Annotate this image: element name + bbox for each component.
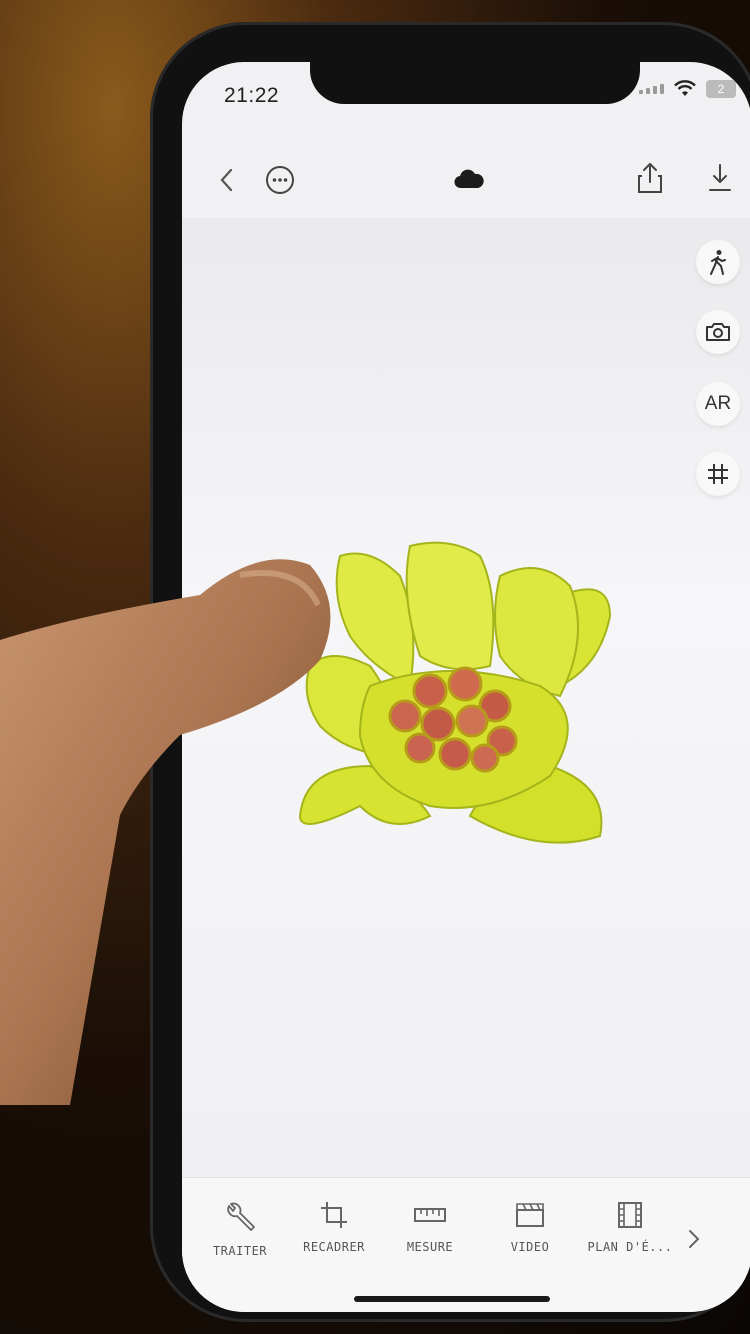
tool-video[interactable]: VIDEO: [480, 1200, 580, 1254]
walk-icon[interactable]: [696, 240, 740, 284]
camera-icon[interactable]: [696, 310, 740, 354]
grid-icon[interactable]: [696, 452, 740, 496]
cellular-signal-icon: [639, 84, 664, 94]
tool-label: VIDEO: [510, 1240, 550, 1254]
tool-plan[interactable]: PLAN D'É...: [580, 1200, 680, 1254]
ruler-icon: [414, 1208, 446, 1222]
tool-recadrer[interactable]: RECADRER: [284, 1200, 384, 1254]
share-icon[interactable]: [632, 158, 668, 198]
ar-button[interactable]: AR: [696, 382, 740, 426]
cloud-icon[interactable]: [452, 166, 486, 192]
wifi-icon: [674, 80, 696, 96]
screen-notch: [310, 62, 640, 104]
download-icon[interactable]: [702, 158, 738, 198]
flower-3d-model[interactable]: [290, 536, 620, 866]
ellipsis-circle-icon[interactable]: [264, 164, 296, 196]
app-screen: 21:22 2 AR TRAITER RECADRER MESURE VIDEO…: [182, 62, 750, 1312]
battery-icon: 2: [706, 80, 736, 98]
top-toolbar: [182, 150, 750, 210]
status-time: 21:22: [224, 84, 280, 107]
tool-mesure[interactable]: MESURE: [380, 1200, 480, 1254]
crop-icon: [321, 1202, 347, 1228]
tool-label: RECADRER: [303, 1240, 365, 1254]
chevron-left-icon[interactable]: [212, 162, 240, 198]
clapperboard-icon: [516, 1203, 544, 1227]
tool-label: MESURE: [406, 1240, 454, 1254]
wrench-icon: [227, 1202, 255, 1231]
tool-traiter[interactable]: TRAITER: [190, 1200, 290, 1258]
chevron-right-icon[interactable]: [682, 1224, 706, 1254]
bottom-toolbar: TRAITER RECADRER MESURE VIDEO PLAN D'É..…: [182, 1177, 750, 1312]
home-indicator: [354, 1296, 550, 1302]
tool-label: TRAITER: [212, 1244, 268, 1258]
model-viewport[interactable]: AR: [182, 218, 750, 1178]
tool-label: PLAN D'É...: [587, 1240, 673, 1254]
status-icons: 2: [639, 80, 736, 98]
film-icon: [618, 1202, 642, 1228]
